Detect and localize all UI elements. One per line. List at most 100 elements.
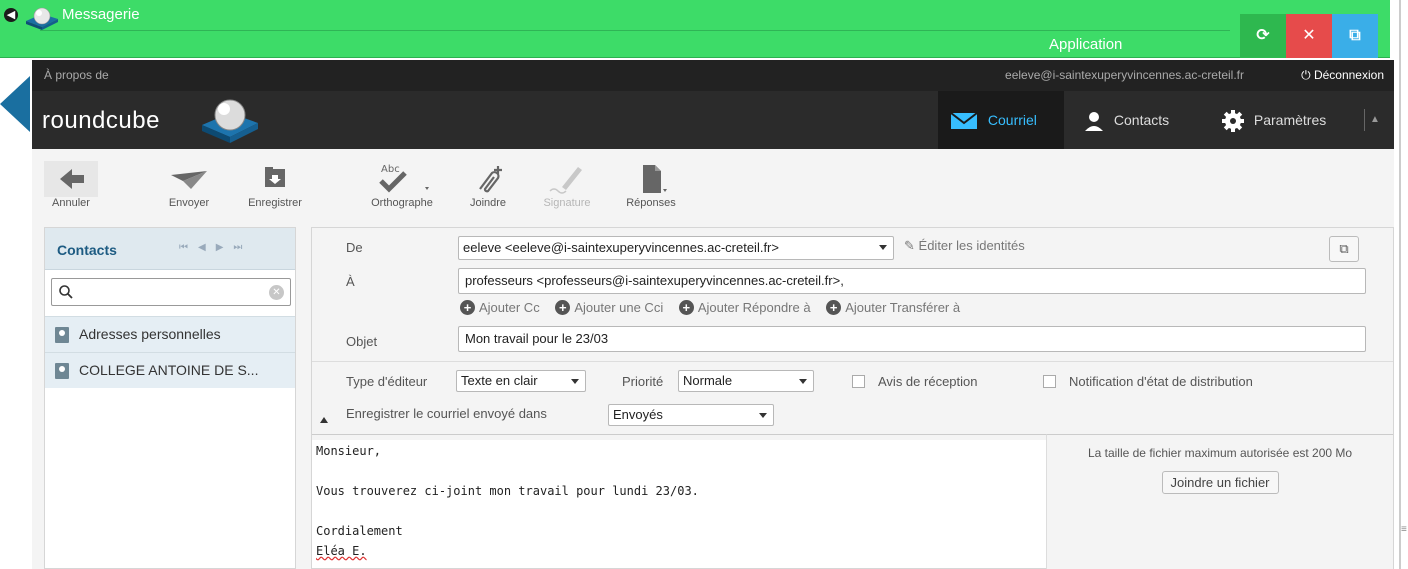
nav-collapse-icon[interactable]: ▲ bbox=[1370, 91, 1380, 149]
refresh-button[interactable]: ⟳ bbox=[1240, 14, 1286, 58]
add-bcc-link[interactable]: + Ajouter une Cci bbox=[555, 300, 663, 315]
nav-contacts[interactable]: Contacts bbox=[1072, 91, 1202, 149]
attach-file-button[interactable]: Joindre un fichier bbox=[1161, 471, 1279, 494]
about-link[interactable]: À propos de bbox=[44, 68, 109, 82]
cancel-label: Annuler bbox=[52, 197, 90, 209]
chevron-down-icon bbox=[759, 413, 767, 418]
editor-type-label: Type d'éditeur bbox=[346, 374, 428, 389]
editor-type-value: Texte en clair bbox=[461, 373, 538, 388]
attach-button[interactable]: Joindre bbox=[460, 161, 516, 209]
dsn-checkbox[interactable] bbox=[1043, 375, 1056, 388]
app-title-bar: ◀ Messagerie Application ⟳ ✕ ⧉ bbox=[0, 0, 1390, 58]
save-label: Enregistrer bbox=[248, 197, 302, 209]
mail-icon bbox=[950, 112, 978, 130]
spellcheck-button[interactable]: Abc Orthographe bbox=[354, 161, 450, 209]
top-line: À propos de eeleve@i-saintexuperyvincenn… bbox=[32, 60, 1394, 91]
priority-select[interactable]: Normale bbox=[678, 370, 814, 392]
signature-button[interactable]: Signature bbox=[532, 161, 602, 209]
message-body-textarea[interactable]: Monsieur, Vous trouverez ci-joint mon tr… bbox=[312, 434, 1046, 569]
contacts-header: Contacts ⏮◀▶⏭ bbox=[45, 228, 295, 270]
addressbook-item[interactable]: COLLEGE ANTOINE DE S... bbox=[45, 352, 295, 388]
search-icon bbox=[59, 285, 73, 299]
addressbook-label: COLLEGE ANTOINE DE S... bbox=[79, 362, 259, 378]
popout-button[interactable]: ⧉ bbox=[1332, 14, 1378, 58]
body-line: Vous trouverez ci-joint mon travail pour… bbox=[316, 484, 699, 498]
nav-settings-label: Paramètres bbox=[1253, 112, 1327, 128]
store-target-value: Envoyés bbox=[613, 407, 663, 422]
contacts-search-input[interactable]: ✕ bbox=[51, 278, 291, 306]
plus-circle-icon: + bbox=[555, 300, 571, 315]
add-recipient-links: + Ajouter Cc + Ajouter une Cci + Ajouter Ré… bbox=[460, 300, 972, 315]
save-button[interactable]: Enregistrer bbox=[236, 161, 314, 209]
chevron-down-icon bbox=[879, 245, 887, 250]
user-icon bbox=[1085, 112, 1103, 132]
save-folder-icon bbox=[265, 167, 285, 187]
nav-mail[interactable]: Courriel bbox=[938, 91, 1064, 149]
pencil-icon: ✎ bbox=[904, 238, 915, 253]
body-line: Monsieur, bbox=[316, 444, 382, 458]
max-size-text: La taille de fichier maximum autorisée e… bbox=[1087, 446, 1353, 460]
logout-link[interactable]: ⏻ Déconnexion bbox=[1301, 68, 1384, 83]
body-line bbox=[316, 501, 1042, 521]
header: roundcube Courriel Contacts Paramètres ▲ bbox=[32, 91, 1394, 149]
attachment-panel: La taille de fichier maximum autorisée e… bbox=[1046, 434, 1393, 569]
roundcube-logo-icon bbox=[202, 99, 258, 143]
addressbook-icon bbox=[55, 327, 69, 343]
add-cc-link[interactable]: + Ajouter Cc bbox=[460, 300, 540, 315]
plus-circle-icon: + bbox=[826, 300, 842, 315]
edit-identities-link[interactable]: ✎ Éditer les identités bbox=[904, 238, 1025, 254]
compose-toolbar: Annuler Envoyer Enregistrer Abc Orthogra… bbox=[32, 149, 1394, 225]
spellcheck-label: Orthographe bbox=[371, 197, 433, 209]
priority-value: Normale bbox=[683, 373, 733, 388]
addressbook-item[interactable]: Adresses personnelles bbox=[45, 316, 295, 352]
addressbook-icon bbox=[55, 363, 69, 379]
app-subtitle: Application bbox=[1049, 36, 1123, 53]
paperclip-icon bbox=[479, 166, 502, 193]
body-line: Eléa E. bbox=[316, 541, 1042, 561]
logout-label: Déconnexion bbox=[1313, 68, 1384, 82]
document-icon bbox=[643, 165, 667, 193]
store-target-select[interactable]: Envoyés bbox=[608, 404, 774, 426]
add-bcc-label: Ajouter une Cci bbox=[574, 300, 664, 315]
nav-settings[interactable]: Paramètres bbox=[1210, 91, 1368, 149]
add-reply-to-label: Ajouter Répondre à bbox=[697, 300, 811, 315]
responses-button[interactable]: Réponses bbox=[614, 161, 688, 209]
receipt-label: Avis de réception bbox=[878, 374, 978, 389]
back-arrow-icon[interactable]: ◀ bbox=[4, 8, 18, 22]
refresh-icon: ⟳ bbox=[1256, 27, 1270, 44]
add-cc-label: Ajouter Cc bbox=[479, 300, 540, 315]
from-select[interactable]: eeleve <eeleve@i-saintexuperyvincennes.a… bbox=[458, 236, 894, 260]
scroll-grip-icon[interactable]: ≡ bbox=[1401, 524, 1407, 535]
send-label: Envoyer bbox=[168, 197, 210, 209]
store-target-label: Enregistrer le courriel envoyé dans bbox=[346, 406, 547, 421]
collapse-options-icon[interactable] bbox=[320, 417, 328, 423]
send-button[interactable]: Envoyer bbox=[160, 161, 218, 209]
spellcheck-icon: Abc bbox=[379, 164, 429, 193]
receipt-checkbox[interactable] bbox=[852, 375, 865, 388]
maximize-button[interactable]: ⧉ bbox=[1329, 236, 1359, 262]
chevron-down-icon bbox=[799, 379, 807, 384]
chevron-down-icon bbox=[571, 379, 579, 384]
body-line bbox=[316, 461, 1042, 481]
compose-form: De eeleve <eeleve@i-saintexuperyvincenne… bbox=[311, 227, 1394, 569]
popout-icon: ⧉ bbox=[1349, 27, 1361, 44]
window-border bbox=[1399, 0, 1401, 569]
svg-text:Abc: Abc bbox=[381, 164, 400, 175]
roundcube-logo[interactable]: roundcube bbox=[42, 107, 160, 135]
editor-type-select[interactable]: Texte en clair bbox=[456, 370, 586, 392]
subject-input[interactable]: Mon travail pour le 23/03 bbox=[458, 326, 1366, 352]
to-input[interactable]: professeurs <professeurs@i-saintexuperyv… bbox=[458, 268, 1366, 294]
close-button[interactable]: ✕ bbox=[1286, 14, 1332, 58]
pen-icon bbox=[549, 167, 582, 194]
clear-search-icon[interactable]: ✕ bbox=[269, 285, 284, 300]
add-reply-to-link[interactable]: + Ajouter Répondre à bbox=[678, 300, 811, 315]
sidebar-toggle-tab[interactable] bbox=[0, 76, 30, 132]
add-followup-link[interactable]: + Ajouter Transférer à bbox=[826, 300, 960, 315]
contacts-pager[interactable]: ⏮◀▶⏭ bbox=[179, 242, 252, 253]
cancel-button[interactable]: Annuler bbox=[42, 161, 100, 209]
body-line: Cordialement bbox=[316, 524, 403, 538]
send-icon bbox=[171, 171, 207, 189]
from-label: De bbox=[346, 240, 363, 255]
close-icon: ✕ bbox=[1302, 27, 1316, 44]
signature-text: Eléa E. bbox=[316, 544, 367, 558]
